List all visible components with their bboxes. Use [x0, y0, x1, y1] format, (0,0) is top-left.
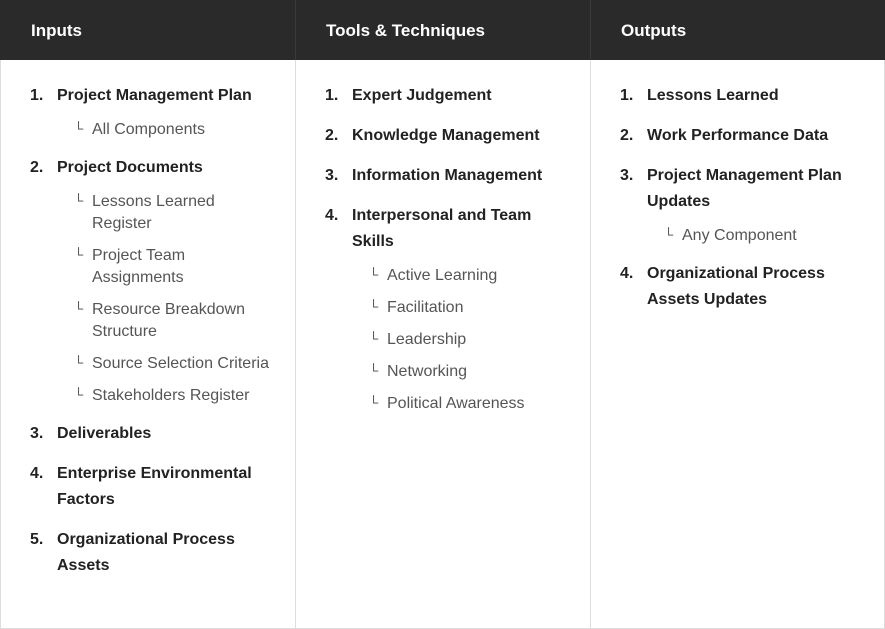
sub-item: └ Active Learning [369, 265, 564, 287]
sub-list: └ All Components [30, 119, 269, 141]
sub-branch-icon: └ [74, 301, 84, 316]
column-inputs: Inputs 1. Project Management Plan └ All Comp… [0, 0, 295, 628]
sub-item-label: Project Team Assignments [92, 247, 186, 286]
item-number: 1. [325, 87, 339, 104]
sub-item: └ Facilitation [369, 297, 564, 319]
column-outputs: Outputs 1. Lessons Learned 2. Work Performan… [590, 0, 885, 628]
item-number: 2. [325, 127, 339, 144]
item-number: 1. [620, 87, 634, 104]
sub-list: └ Lessons Learned Register └ Project Team A… [30, 191, 269, 407]
list-item: 1. Project Management Plan └ All Components [30, 83, 269, 141]
item-label: Lessons Learned [647, 87, 779, 104]
list-item: 2. Project Documents └ Lessons Learned Regi… [30, 155, 269, 407]
sub-item: └ Lessons Learned Register [74, 191, 269, 235]
sub-item-label: All Components [92, 121, 205, 138]
item-label: Project Management Plan Updates [647, 167, 842, 210]
sub-branch-icon: └ [369, 267, 379, 282]
sub-item-label: Stakeholders Register [92, 387, 250, 404]
list-item: 2. Knowledge Management [325, 123, 564, 149]
sub-list: └ Any Component [620, 225, 858, 247]
item-label: Project Documents [57, 159, 203, 176]
item-list: 1. Expert Judgement 2. Knowledge Management… [296, 60, 590, 415]
item-number: 5. [30, 531, 44, 548]
column-header: Outputs [590, 0, 885, 60]
item-label: Organizational Process Assets [57, 531, 235, 574]
sub-item-label: Resource Breakdown Structure [92, 301, 245, 340]
sub-item-label: Lessons Learned Register [92, 193, 215, 232]
item-list: 1. Project Management Plan └ All Components… [1, 60, 295, 579]
item-number: 4. [30, 465, 44, 482]
sub-list: └ Active Learning └ Facilitation └ Leadership… [325, 265, 564, 415]
sub-item: └ Networking [369, 361, 564, 383]
itto-table: Inputs 1. Project Management Plan └ All Comp… [0, 0, 885, 629]
item-label: Organizational Process Assets Updates [647, 265, 825, 308]
list-item: 1. Lessons Learned [620, 83, 858, 109]
sub-item: └ Leadership [369, 329, 564, 351]
column-header: Tools & Techniques [295, 0, 590, 60]
sub-item-label: Political Awareness [387, 395, 525, 412]
sub-item: └ Source Selection Criteria [74, 353, 269, 375]
sub-branch-icon: └ [369, 395, 379, 410]
item-list: 1. Lessons Learned 2. Work Performance Data… [591, 60, 884, 313]
item-number: 3. [325, 167, 339, 184]
list-item: 4. Interpersonal and Team Skills └ Active L… [325, 203, 564, 415]
list-item: 1. Expert Judgement [325, 83, 564, 109]
list-item: 3. Project Management Plan Updates └ Any Co… [620, 163, 858, 247]
item-label: Project Management Plan [57, 87, 252, 104]
sub-item-label: Leadership [387, 331, 467, 348]
list-item: 4. Enterprise Environmental Factors [30, 461, 269, 513]
sub-branch-icon: └ [74, 387, 84, 402]
sub-branch-icon: └ [74, 121, 84, 136]
item-label: Interpersonal and Team Skills [352, 207, 532, 250]
sub-item: └ Project Team Assignments [74, 245, 269, 289]
item-number: 3. [30, 425, 44, 442]
sub-item: └ Stakeholders Register [74, 385, 269, 407]
item-number: 4. [620, 265, 634, 282]
sub-item: └ All Components [74, 119, 269, 141]
sub-branch-icon: └ [664, 227, 674, 242]
item-label: Knowledge Management [352, 127, 540, 144]
sub-item: └ Resource Breakdown Structure [74, 299, 269, 343]
item-label: Enterprise Environmental Factors [57, 465, 252, 508]
list-item: 5. Organizational Process Assets [30, 527, 269, 579]
list-item: 3. Deliverables [30, 421, 269, 447]
list-item: 3. Information Management [325, 163, 564, 189]
item-number: 4. [325, 207, 339, 224]
item-label: Work Performance Data [647, 127, 829, 144]
sub-item-label: Source Selection Criteria [92, 355, 269, 372]
sub-branch-icon: └ [369, 299, 379, 314]
item-label: Deliverables [57, 425, 152, 442]
sub-branch-icon: └ [74, 193, 84, 208]
sub-item-label: Active Learning [387, 267, 498, 284]
column-header: Inputs [0, 0, 295, 60]
item-number: 3. [620, 167, 634, 184]
sub-branch-icon: └ [74, 355, 84, 370]
item-number: 1. [30, 87, 44, 104]
item-number: 2. [620, 127, 634, 144]
item-number: 2. [30, 159, 44, 176]
sub-item-label: Facilitation [387, 299, 464, 316]
sub-item-label: Networking [387, 363, 468, 380]
sub-branch-icon: └ [369, 331, 379, 346]
list-item: 2. Work Performance Data [620, 123, 858, 149]
item-label: Information Management [352, 167, 543, 184]
sub-item-label: Any Component [682, 227, 797, 244]
sub-item: └ Political Awareness [369, 393, 564, 415]
sub-branch-icon: └ [369, 363, 379, 378]
item-label: Expert Judgement [352, 87, 492, 104]
sub-branch-icon: └ [74, 247, 84, 262]
sub-item: └ Any Component [664, 225, 858, 247]
column-tools-techniques: Tools & Techniques 1. Expert Judgement 2. Kn… [295, 0, 590, 628]
list-item: 4. Organizational Process Assets Updates [620, 261, 858, 313]
